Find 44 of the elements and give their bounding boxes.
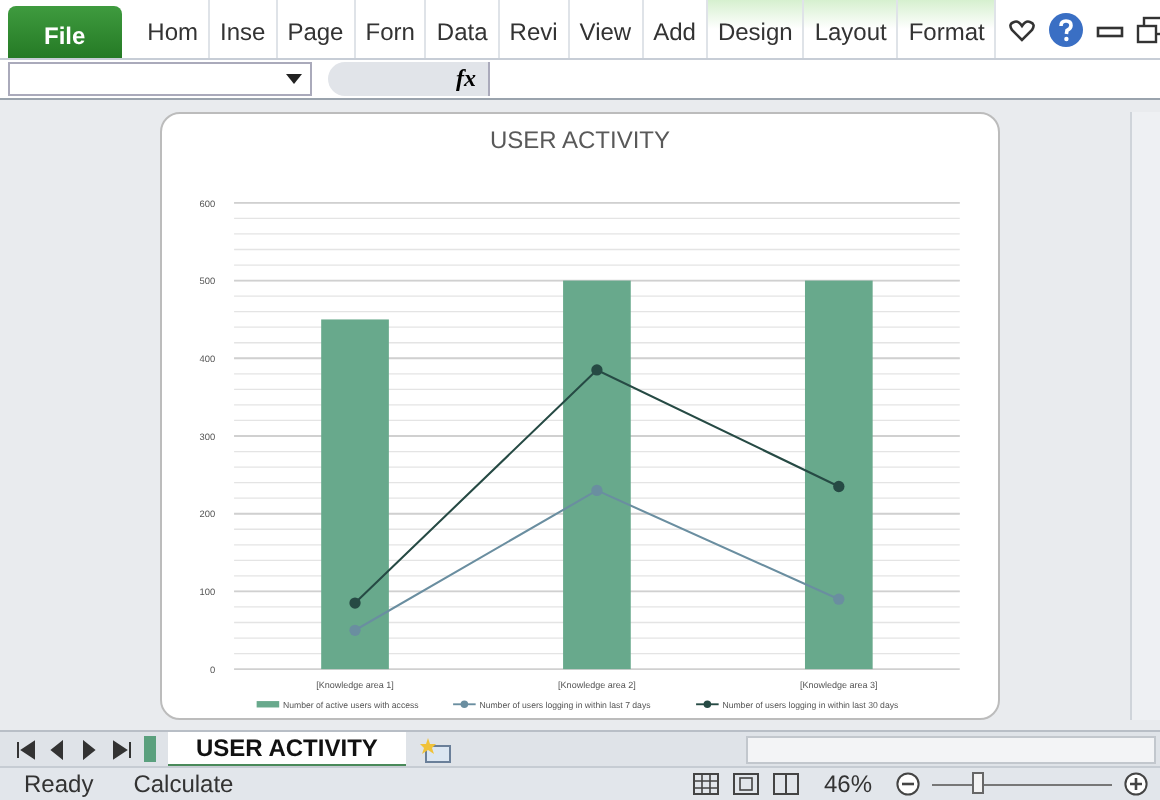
ribbon-tab[interactable]: Data <box>426 0 500 58</box>
heart-icon[interactable] <box>1008 15 1037 43</box>
normal-view-icon[interactable] <box>691 772 720 796</box>
new-sheet-icon[interactable] <box>417 735 454 763</box>
legend-key <box>256 701 280 708</box>
ribbon-tab[interactable]: Forn <box>355 0 427 58</box>
data-point <box>349 624 361 636</box>
last-sheet-icon[interactable] <box>112 739 132 759</box>
first-sheet-icon[interactable] <box>16 739 36 759</box>
file-button[interactable]: File <box>8 6 122 58</box>
zoom-slider[interactable] <box>971 771 983 793</box>
page-layout-icon[interactable] <box>731 772 760 796</box>
legend-key <box>695 700 720 709</box>
status-text: Ready <box>24 770 94 798</box>
ribbon-tab[interactable]: Format <box>898 0 997 58</box>
ribbon-tab[interactable]: Layout <box>804 0 899 58</box>
data-point <box>591 484 603 497</box>
restore-icon[interactable] <box>1136 15 1160 43</box>
data-point <box>349 597 361 609</box>
help-icon[interactable] <box>1048 11 1085 47</box>
data-point <box>833 593 845 605</box>
dropdown-icon[interactable] <box>286 73 302 85</box>
ribbon-tab[interactable]: Revi <box>499 0 570 58</box>
ribbon-tab[interactable]: Inse <box>210 0 278 58</box>
ribbon-tab[interactable]: Design <box>707 0 805 58</box>
ribbon-tab[interactable]: Page <box>277 0 356 58</box>
zoom-out-icon[interactable] <box>896 772 920 796</box>
ribbon-tab[interactable]: Hom <box>137 0 211 58</box>
vertical-scrollbar[interactable] <box>1130 112 1160 720</box>
next-sheet-icon[interactable] <box>80 739 100 759</box>
page-break-icon[interactable] <box>771 772 800 796</box>
zoom-level-button[interactable]: 46% <box>823 770 872 798</box>
previous-sheet-icon[interactable] <box>48 739 68 759</box>
zoom-in-icon[interactable] <box>1124 772 1148 796</box>
sheet-tab[interactable]: USER ACTIVITY <box>168 731 406 767</box>
ribbon-tab[interactable]: View <box>569 0 644 58</box>
tab-marker-icon <box>144 736 156 762</box>
legend-key <box>452 700 477 709</box>
insert-function-button[interactable]: fx <box>456 64 488 94</box>
horizontal-scrollbar[interactable] <box>745 735 1156 763</box>
status-text: Calculate <box>133 770 234 798</box>
chart-title: USER ACTIVITY <box>489 126 671 154</box>
data-point <box>833 480 845 493</box>
data-point <box>591 364 603 376</box>
